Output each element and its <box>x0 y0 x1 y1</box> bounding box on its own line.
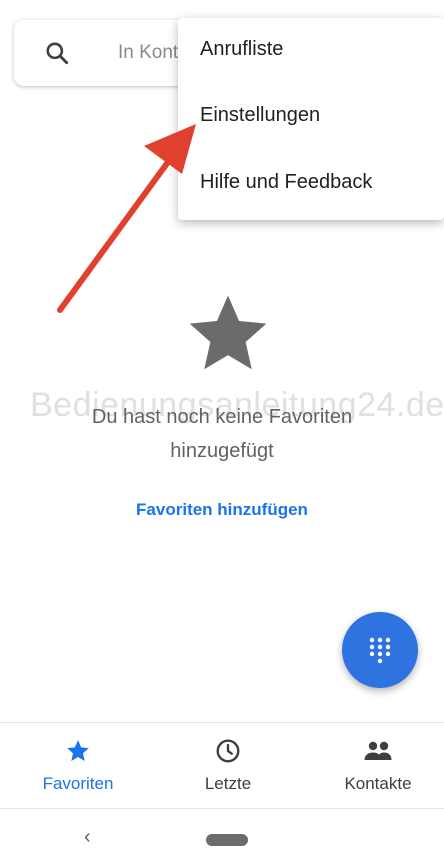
annotation-arrow <box>57 124 196 313</box>
